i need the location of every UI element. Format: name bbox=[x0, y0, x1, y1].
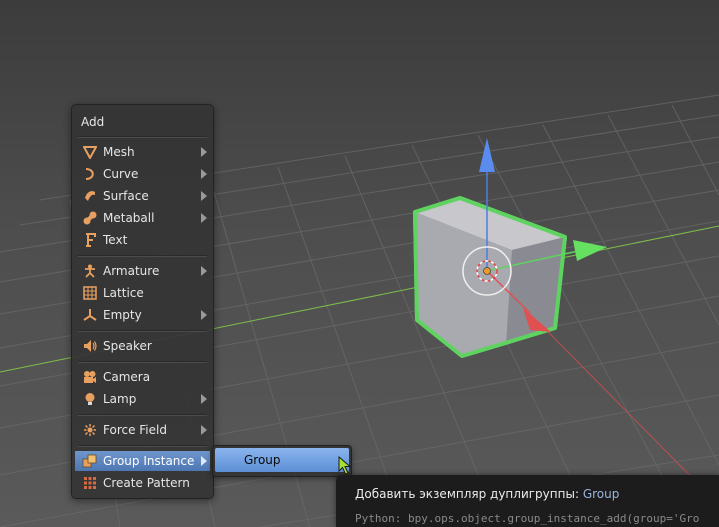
submenu-arrow-icon bbox=[201, 191, 207, 201]
menu-item-label: Mesh bbox=[103, 145, 135, 159]
empty-icon bbox=[82, 307, 98, 323]
tooltip-python: Python: bpy.ops.object.group_instance_ad… bbox=[355, 512, 700, 525]
menu-item-label: Metaball bbox=[103, 211, 155, 225]
curve-icon bbox=[82, 166, 98, 182]
create-pattern-icon bbox=[82, 475, 98, 491]
menu-item-lattice[interactable]: Lattice bbox=[75, 283, 210, 303]
tooltip-description-text: Добавить экземпляр дуплигруппы: bbox=[355, 487, 579, 501]
menu-separator bbox=[78, 136, 207, 138]
menu-item-label: Lamp bbox=[103, 392, 137, 406]
menu-item-label: Armature bbox=[103, 264, 160, 278]
menu-item-label: Surface bbox=[103, 189, 149, 203]
add-menu-title: Add bbox=[81, 115, 105, 129]
tooltip: Добавить экземпляр дуплигруппы: Group Py… bbox=[336, 475, 719, 527]
surface-icon bbox=[82, 188, 98, 204]
armature-icon bbox=[82, 263, 98, 279]
speaker-icon bbox=[82, 338, 98, 354]
z-axis-arrow-icon bbox=[479, 138, 495, 172]
submenu-arrow-icon bbox=[201, 266, 207, 276]
menu-item-text[interactable]: Text bbox=[75, 230, 210, 250]
menu-item-metaball[interactable]: Metaball bbox=[75, 208, 210, 228]
camera-icon bbox=[82, 369, 98, 385]
menu-item-camera[interactable]: Camera bbox=[75, 367, 210, 387]
menu-item-label: Camera bbox=[103, 370, 151, 384]
submenu-arrow-icon bbox=[201, 213, 207, 223]
tooltip-description: Добавить экземпляр дуплигруппы: Group bbox=[355, 487, 619, 501]
submenu-arrow-icon bbox=[201, 147, 207, 157]
menu-item-force-field[interactable]: Force Field bbox=[75, 420, 210, 440]
menu-item-surface[interactable]: Surface bbox=[75, 186, 210, 206]
menu-separator bbox=[78, 361, 207, 363]
mouse-cursor-icon bbox=[338, 456, 352, 475]
force-field-icon bbox=[82, 422, 98, 438]
text-icon bbox=[82, 232, 98, 248]
menu-item-lamp[interactable]: Lamp bbox=[75, 389, 210, 409]
add-menu: Add Mesh Curve Surface Metaball Text Arm… bbox=[71, 104, 214, 499]
menu-separator bbox=[78, 414, 207, 416]
menu-item-label: Lattice bbox=[103, 286, 144, 300]
origin-dot-icon bbox=[483, 267, 491, 275]
cube-object[interactable] bbox=[413, 196, 567, 358]
tooltip-value: Group bbox=[582, 487, 620, 501]
submenu-item-group[interactable]: Group bbox=[215, 448, 349, 472]
mesh-icon bbox=[82, 144, 98, 160]
menu-item-speaker[interactable]: Speaker bbox=[75, 336, 210, 356]
submenu-arrow-icon bbox=[201, 169, 207, 179]
menu-item-create-pattern[interactable]: Create Pattern bbox=[75, 473, 210, 493]
group-instance-icon bbox=[82, 453, 98, 469]
submenu-arrow-icon bbox=[201, 456, 207, 466]
submenu-item-label: Group bbox=[244, 453, 281, 467]
menu-item-label: Speaker bbox=[103, 339, 152, 353]
menu-item-label: Group Instance bbox=[103, 454, 195, 468]
menu-item-mesh[interactable]: Mesh bbox=[75, 142, 210, 162]
menu-item-curve[interactable]: Curve bbox=[75, 164, 210, 184]
lamp-icon bbox=[82, 391, 98, 407]
menu-item-armature[interactable]: Armature bbox=[75, 261, 210, 281]
submenu-arrow-icon bbox=[201, 425, 207, 435]
menu-item-empty[interactable]: Empty bbox=[75, 305, 210, 325]
y-axis-arrow-icon bbox=[573, 240, 607, 261]
menu-item-label: Text bbox=[103, 233, 128, 247]
menu-item-label: Create Pattern bbox=[103, 476, 190, 490]
metaball-icon bbox=[82, 210, 98, 226]
submenu-arrow-icon bbox=[201, 310, 207, 320]
menu-item-label: Force Field bbox=[103, 423, 167, 437]
menu-item-group-instance[interactable]: Group Instance bbox=[75, 451, 210, 471]
submenu-arrow-icon bbox=[201, 394, 207, 404]
group-instance-submenu: Group bbox=[212, 445, 352, 477]
menu-separator bbox=[78, 255, 207, 257]
menu-separator bbox=[78, 445, 207, 447]
lattice-icon bbox=[82, 285, 98, 301]
menu-item-label: Empty bbox=[103, 308, 142, 322]
menu-separator bbox=[78, 330, 207, 332]
menu-item-label: Curve bbox=[103, 167, 139, 181]
